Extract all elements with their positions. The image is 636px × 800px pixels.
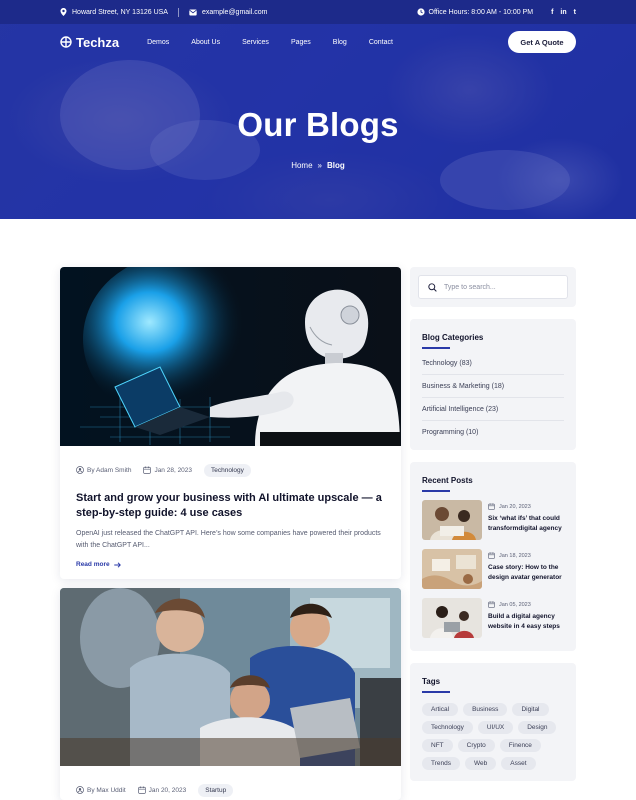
calendar-icon [143, 466, 152, 474]
post-category-tag[interactable]: Startup [198, 783, 234, 797]
logo-text: Techza [76, 34, 120, 50]
address-text: Howard Street, NY 13126 USA [72, 8, 168, 16]
facebook-icon[interactable]: f [551, 9, 553, 16]
recent-post-date: Jan 05, 2023 [499, 601, 531, 608]
categories-title: Blog Categories [422, 333, 484, 342]
recent-post-item[interactable]: Jan 18, 2023 Case story: How to the desi… [422, 549, 572, 598]
nav-item-contact[interactable]: Contact [369, 39, 393, 46]
logo-mark-icon [60, 36, 72, 48]
tags-title: Tags [422, 677, 441, 686]
search-icon [428, 282, 437, 292]
read-more-label: Read more [76, 561, 110, 568]
post-date: Jan 28, 2023 [154, 466, 193, 474]
sidebar-tags-widget: Tags Artical Business Digital Technology… [410, 663, 576, 781]
twitter-icon[interactable]: t [574, 9, 576, 16]
category-link[interactable]: Artificial Intelligence (23) [422, 398, 564, 421]
search-placeholder: Type to search... [444, 283, 496, 291]
recent-post-date: Jan 18, 2023 [499, 552, 531, 559]
user-icon [76, 466, 84, 474]
post-excerpt: OpenAI just released the ChatGPT API. He… [76, 530, 381, 549]
tag-pill[interactable]: UI/UX [477, 721, 514, 734]
post-image-team-meeting[interactable] [60, 588, 401, 766]
sidebar-categories-widget: Blog Categories Technology (83) Business… [410, 319, 576, 450]
recent-post-thumbnail[interactable] [422, 549, 482, 589]
tag-pill[interactable]: Business [463, 703, 508, 716]
blog-post-card: By Adam Smith Jan 28, 2023 Technology St… [60, 267, 401, 579]
location-pin-icon [60, 8, 67, 16]
recent-post-item[interactable]: Jan 20, 2023 Six ‘what ifs’ that could t… [422, 500, 572, 549]
recent-post-title[interactable]: Case story: How to the design avatar gen… [488, 563, 572, 583]
tag-pill[interactable]: Technology [422, 721, 473, 734]
clock-icon [416, 8, 425, 16]
calendar-icon [488, 552, 495, 559]
blog-post-card: By Max Uddit Jan 20, 2023 Startup [60, 588, 401, 800]
user-icon [76, 786, 84, 794]
read-more-link[interactable]: Read more [60, 561, 401, 568]
category-link[interactable]: Business & Marketing (18) [422, 375, 564, 398]
mail-icon [189, 9, 197, 15]
nav-item-blog[interactable]: Blog [333, 39, 347, 46]
category-link[interactable]: Programming (10) [422, 421, 564, 444]
email-link[interactable]: example@gmail.com [202, 9, 267, 16]
tag-pill[interactable]: NFT [422, 739, 453, 752]
nav-item-pages[interactable]: Pages [291, 39, 311, 46]
get-quote-button[interactable]: Get A Quote [508, 31, 576, 53]
recent-post-thumbnail[interactable] [422, 598, 482, 638]
logo[interactable]: Techza [60, 35, 119, 50]
nav-item-about-us[interactable]: About Us [191, 39, 220, 46]
linkedin-icon[interactable]: in [560, 9, 566, 16]
hero-banner: Howard Street, NY 13126 USA example@gmai… [0, 0, 636, 219]
recent-post-title[interactable]: Build a digital agency website in 4 easy… [488, 612, 572, 632]
breadcrumb-current: Blog [327, 161, 345, 170]
page-title: Our Blogs [237, 106, 399, 143]
post-title[interactable]: Start and grow your business with AI ult… [60, 491, 401, 521]
tag-pill[interactable]: Design [518, 721, 557, 734]
office-hours: Office Hours: 8:00 AM - 10:00 PM [428, 8, 534, 16]
main-nav: Techza Demos About Us Services Pages Blo… [0, 24, 636, 60]
widget-title: Blog Categories [422, 333, 483, 349]
recent-post-title[interactable]: Six ‘what ifs’ that could transformdigit… [488, 514, 572, 534]
sidebar-search-widget: Type to search... [410, 267, 576, 307]
category-link[interactable]: Technology (83) [422, 352, 564, 375]
post-image-robot[interactable] [60, 267, 401, 446]
breadcrumb-home[interactable]: Home [291, 161, 312, 170]
tag-pill[interactable]: Digital [512, 703, 549, 716]
tag-pill[interactable]: Finence [499, 739, 541, 752]
calendar-icon [488, 503, 495, 510]
recent-title: Recent Posts [422, 476, 473, 485]
widget-title: Tags [422, 677, 450, 693]
recent-post-thumbnail[interactable] [422, 500, 482, 540]
tag-pill[interactable]: Artical [422, 703, 459, 716]
nav-item-demos[interactable]: Demos [147, 39, 169, 46]
post-category-tag[interactable]: Technology [204, 463, 251, 477]
breadcrumb: Home » Blog [0, 161, 636, 170]
recent-post-date: Jan 20, 2023 [499, 503, 531, 510]
breadcrumb-separator: » [317, 161, 322, 170]
tag-pill[interactable]: Crypto [457, 739, 495, 752]
widget-title: Recent Posts [422, 476, 473, 492]
calendar-icon [137, 786, 146, 794]
post-author[interactable]: By Adam Smith [87, 467, 131, 474]
tag-pill[interactable]: Asset [501, 757, 536, 770]
tag-pill[interactable]: Web [465, 757, 497, 770]
search-input[interactable]: Type to search... [418, 275, 568, 299]
post-date: Jan 20, 2023 [148, 786, 187, 794]
recent-post-item[interactable]: Jan 05, 2023 Build a digital agency webs… [422, 598, 572, 647]
topbar: Howard Street, NY 13126 USA example@gmai… [0, 0, 636, 24]
arrow-right-icon [113, 561, 121, 568]
post-author[interactable]: By Max Uddit [87, 787, 126, 794]
tag-pill[interactable]: Trends [422, 757, 460, 770]
calendar-icon [488, 601, 495, 608]
nav-item-services[interactable]: Services [242, 39, 269, 46]
sidebar-recent-posts-widget: Recent Posts Jan 20, 2023 Six ‘what ifs’… [410, 462, 576, 651]
